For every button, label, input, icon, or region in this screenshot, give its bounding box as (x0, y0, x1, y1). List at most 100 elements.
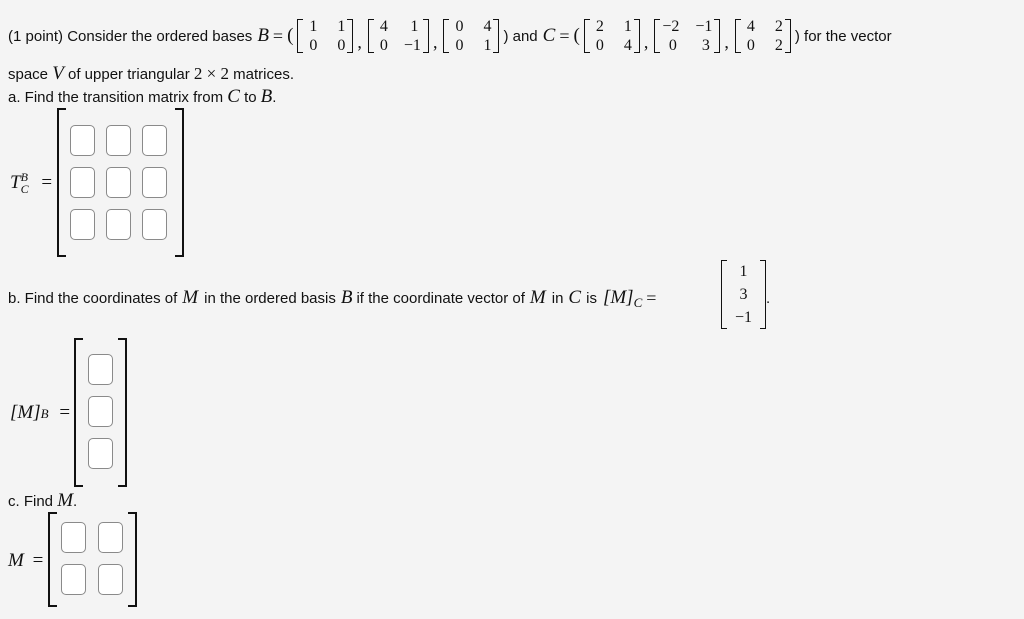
period: . (272, 89, 277, 106)
M-symbol: M (182, 287, 199, 308)
transition-input-r2c3[interactable] (142, 167, 167, 198)
right-bracket (128, 512, 137, 607)
transition-input-r3c1[interactable] (70, 209, 95, 240)
matrix-entry: −1 (403, 37, 421, 54)
basis-B-matrices: 1 1 0 0, 4 1 0 −1, 0 4 0 1 (295, 17, 501, 55)
and-text: ) and (503, 27, 538, 45)
period: . (73, 493, 78, 510)
matrix-entry: 0 (337, 37, 346, 54)
coord-B-input-r3c1[interactable] (88, 438, 113, 469)
space-symbol: V (52, 63, 64, 84)
text: if the coordinate vector of (356, 289, 525, 307)
equals-sign: = (32, 550, 44, 571)
matrix-entry: 0 (595, 37, 604, 54)
text: matrices. (233, 66, 295, 83)
text: in the ordered basis (204, 289, 336, 307)
matrix-entry: 4 (746, 18, 755, 35)
basis-C-symbol: C (227, 86, 240, 107)
matrix-entry: 2 (774, 37, 783, 54)
transition-matrix-input (57, 108, 184, 257)
coord-B-input-r1c1[interactable] (88, 354, 113, 385)
period: . (766, 290, 771, 307)
matrix-entry: 4 (483, 18, 492, 35)
vector-entry: −1 (735, 309, 753, 326)
transition-matrix-label: T B C = (10, 170, 53, 196)
basis-C-matrices: 2 1 0 4, −2 −1 0 3, 4 2 0 2 (582, 17, 793, 55)
coord-B-label: [M]B = (10, 402, 70, 424)
transition-input-r3c3[interactable] (142, 209, 167, 240)
matrix-entry: 0 (309, 37, 318, 54)
text: in (551, 289, 564, 307)
transition-input-r2c1[interactable] (70, 167, 95, 198)
equals-sign: = (646, 287, 657, 308)
part-a-prompt: a. Find the transition matrix from C to B… (8, 86, 276, 108)
M-input-r2c1[interactable] (61, 564, 86, 595)
M-label: M = (8, 550, 43, 572)
part-c-prompt: c. Find M. (8, 490, 77, 512)
subscript: B (40, 406, 49, 421)
matrix-entry: 1 (337, 18, 346, 35)
text: space (8, 66, 49, 83)
M-input-r1c2[interactable] (98, 522, 123, 553)
matrix-entry: −1 (695, 18, 713, 35)
text: to (244, 89, 257, 106)
basis-C-matrix-2: −2 −1 0 3 (654, 17, 721, 55)
matrix-entry: 3 (701, 37, 710, 54)
basis-C-symbol: C (542, 25, 556, 46)
right-bracket (118, 338, 127, 487)
M-input-r1c1[interactable] (61, 522, 86, 553)
M-matrix-input (48, 512, 137, 607)
basis-B-symbol: B (260, 86, 273, 107)
transition-input-r1c2[interactable] (106, 125, 131, 156)
subscript: C (20, 182, 29, 196)
matrix-entry: 1 (410, 18, 419, 35)
question-statement-line2: space V of upper triangular 2 × 2 matric… (8, 63, 294, 85)
dims: 2 × 2 (193, 64, 229, 83)
transition-input-r1c3[interactable] (142, 125, 167, 156)
comma: , (643, 31, 649, 52)
text: a. Find the transition matrix from (8, 89, 224, 106)
basis-B-matrix-3: 0 4 0 1 (443, 17, 500, 55)
comma: , (724, 31, 729, 52)
basis-C-matrix-3: 4 2 0 2 (734, 17, 791, 55)
question-statement-line1: (1 point) Consider the ordered bases B =… (8, 10, 892, 62)
left-bracket (48, 512, 57, 607)
equals-sign: = (559, 25, 570, 46)
text: b. Find the coordinates of (8, 289, 178, 307)
basis-C-matrix-1: 2 1 0 4 (583, 17, 640, 55)
coord-vector-C: 1 3 −1 (721, 258, 767, 331)
matrix-entry: 0 (379, 37, 388, 54)
text: c. Find (8, 493, 54, 510)
coord-B-input-r2c1[interactable] (88, 396, 113, 427)
M-B-symbol: [M] (10, 402, 41, 423)
left-bracket (57, 108, 66, 257)
equals-sign: = (41, 172, 53, 193)
matrix-entry: 0 (668, 37, 677, 54)
transition-input-r1c1[interactable] (70, 125, 95, 156)
M-symbol: M (57, 490, 74, 511)
transition-input-r2c2[interactable] (106, 167, 131, 198)
B-symbol: B (340, 287, 353, 308)
matrix-entry: 4 (623, 37, 632, 54)
open-paren: ( (573, 25, 580, 46)
M-input-r2c2[interactable] (98, 564, 123, 595)
M-symbol: M (8, 550, 24, 571)
basis-B-symbol: B (257, 25, 269, 46)
M-symbol: M (529, 287, 546, 308)
matrix-entry: 0 (455, 18, 464, 35)
question-intro: (1 point) Consider the ordered bases (8, 27, 253, 45)
matrix-entry: 1 (483, 37, 492, 54)
for-text: ) for the vector (794, 27, 892, 45)
matrix-entry: 4 (379, 18, 388, 35)
right-bracket (175, 108, 184, 257)
text: is (586, 289, 597, 307)
transition-input-r3c2[interactable] (106, 209, 131, 240)
part-b-prompt: b. Find the coordinates of M in the orde… (8, 287, 660, 310)
equals-sign: = (272, 25, 284, 46)
matrix-entry: 0 (455, 37, 464, 54)
C-symbol: C (568, 287, 582, 308)
matrix-entry: 1 (309, 18, 318, 35)
coord-label: [M] (602, 287, 634, 308)
coord-subscript: C (633, 295, 643, 310)
comma: , (432, 31, 438, 52)
